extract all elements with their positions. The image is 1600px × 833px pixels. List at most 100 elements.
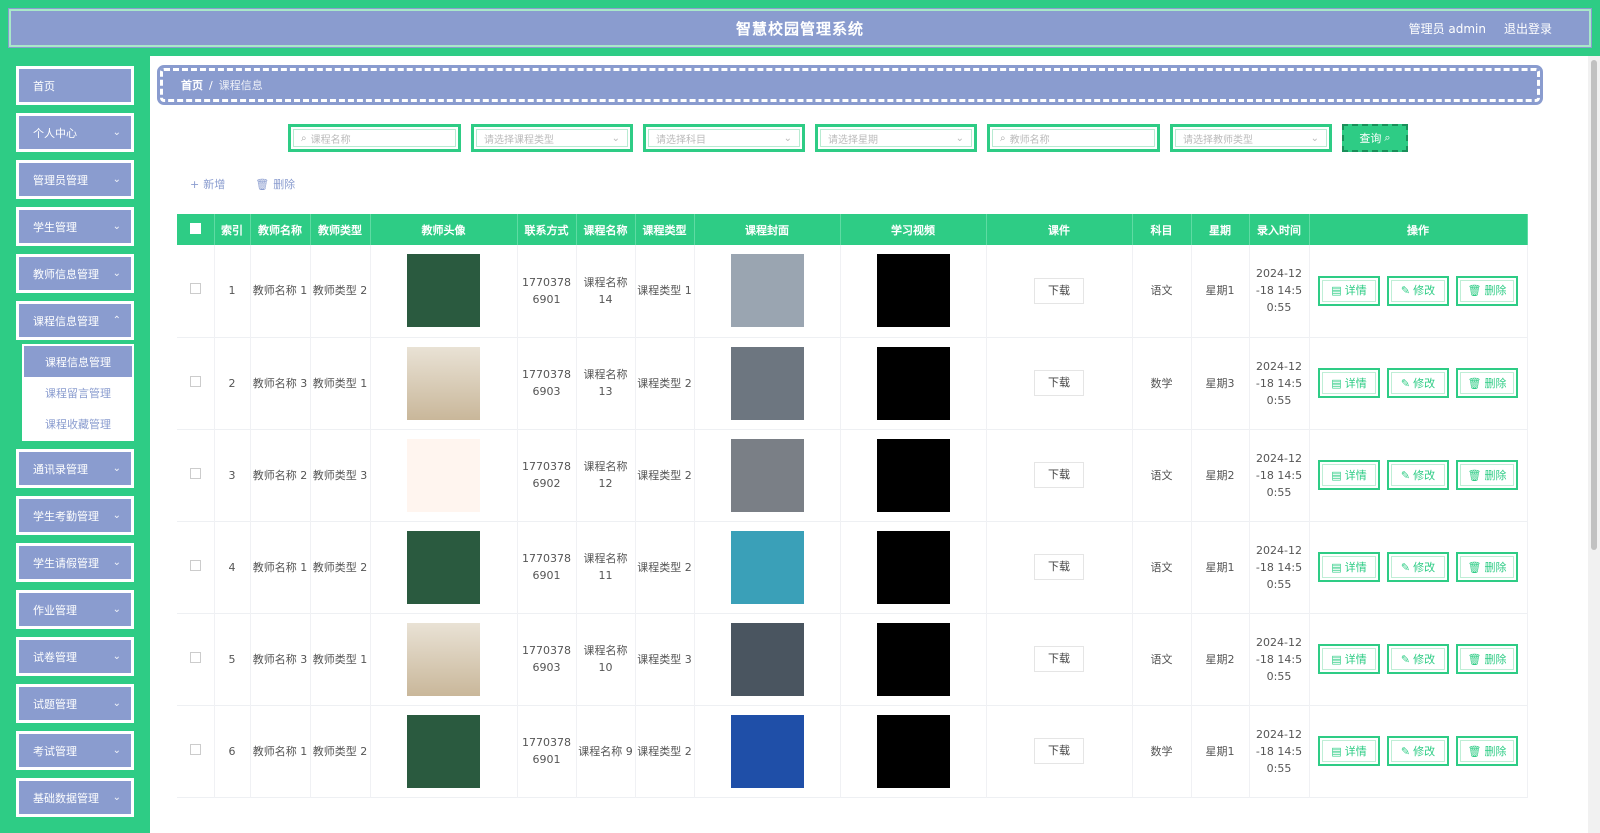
select-all-header[interactable] (177, 214, 215, 245)
delete-button[interactable]: 🗑 删除 (1456, 644, 1518, 674)
chevron-down-icon: ⌄ (112, 221, 121, 232)
query-button[interactable]: 查询 ⌕ (1342, 124, 1408, 152)
course-cover-image[interactable] (730, 714, 804, 788)
course-cover-image[interactable] (730, 254, 804, 328)
add-button[interactable]: + 新增 (190, 176, 225, 192)
table-header-row: 索引 教师名称 教师类型 教师头像 联系方式 课程名称 课程类型 课程封面 学习… (177, 214, 1528, 245)
logout-link[interactable]: 退出登录 (1504, 20, 1552, 37)
download-button[interactable]: 下载 (1034, 738, 1084, 764)
subject-cell: 数学 (1132, 337, 1192, 429)
edit-button[interactable]: ✎ 修改 (1387, 736, 1449, 766)
download-button[interactable]: 下载 (1034, 277, 1084, 304)
sidebar-item-homework[interactable]: 作业管理 ⌄ (16, 590, 134, 629)
row-checkbox[interactable] (189, 743, 201, 755)
sidebar-item-profile[interactable]: 个人中心 ⌄ (16, 113, 134, 152)
video-player[interactable] (876, 438, 950, 512)
course-cover-image[interactable] (730, 346, 804, 420)
course-type-cell: 课程类型 2 (635, 429, 695, 521)
sidebar-item-courses[interactable]: 课程信息管理 ⌃ (16, 301, 134, 340)
teacher-avatar-cell (370, 245, 518, 337)
course-cover-image[interactable] (730, 622, 804, 696)
teacher-name-input[interactable]: ⌕ 教师名称 (987, 124, 1160, 152)
bulk-delete-button[interactable]: 🗑 删除 (255, 176, 295, 192)
course-name-input[interactable]: ⌕ 课程名称 (288, 124, 461, 152)
operations-cell: ▤ 详情 ✎ 修改 🗑 删除 (1309, 245, 1528, 337)
detail-button[interactable]: ▤ 详情 (1318, 368, 1380, 398)
sidebar-item-teachers[interactable]: 教师信息管理 ⌄ (16, 254, 134, 293)
sidebar-item-basedata[interactable]: 基础数据管理 ⌄ (16, 778, 134, 817)
top-bar: 智慧校园管理系统 管理员 admin 退出登录 (0, 0, 1600, 56)
sidebar-item-leave[interactable]: 学生请假管理 ⌄ (16, 543, 134, 582)
download-button[interactable]: 下载 (1034, 646, 1084, 672)
teacher-avatar-image[interactable] (407, 346, 480, 420)
row-checkbox[interactable] (189, 375, 201, 387)
submenu-course-favorites[interactable]: 课程收藏管理 (24, 408, 132, 439)
teacher-avatar-image[interactable] (407, 622, 480, 696)
delete-label: 删除 (1484, 468, 1507, 482)
edit-button[interactable]: ✎ 修改 (1387, 368, 1449, 398)
row-checkbox[interactable] (189, 559, 201, 571)
course-type-select[interactable]: 请选择课程类型 ⌄ (471, 124, 633, 152)
col-entry-time: 录入时间 (1249, 214, 1310, 245)
download-button[interactable]: 下载 (1034, 554, 1084, 580)
page-scrollbar[interactable] (1588, 56, 1600, 833)
row-checkbox[interactable] (189, 467, 201, 479)
row-checkbox[interactable] (189, 651, 201, 663)
teacher-type-select[interactable]: 请选择教师类型 ⌄ (1170, 124, 1332, 152)
col-contact: 联系方式 (517, 214, 577, 245)
select-all-checkbox[interactable] (189, 222, 201, 234)
download-button[interactable]: 下载 (1034, 462, 1084, 488)
video-player[interactable] (876, 254, 950, 328)
sidebar-item-label: 管理员管理 (33, 173, 88, 187)
delete-button[interactable]: 🗑 删除 (1456, 275, 1518, 306)
delete-button[interactable]: 🗑 删除 (1456, 736, 1518, 766)
edit-button[interactable]: ✎ 修改 (1387, 275, 1449, 306)
teacher-avatar-image[interactable] (407, 530, 480, 604)
delete-button[interactable]: 🗑 删除 (1456, 552, 1518, 582)
video-player[interactable] (876, 346, 950, 420)
teacher-avatar-image[interactable] (407, 714, 480, 788)
sidebar-item-attendance[interactable]: 学生考勤管理 ⌄ (16, 496, 134, 535)
delete-label: 删除 (1484, 744, 1507, 758)
edit-button[interactable]: ✎ 修改 (1387, 552, 1449, 582)
subject-select[interactable]: 请选择科目 ⌄ (643, 124, 805, 152)
delete-button[interactable]: 🗑 删除 (1456, 368, 1518, 398)
edit-button[interactable]: ✎ 修改 (1387, 460, 1449, 490)
detail-button[interactable]: ▤ 详情 (1318, 736, 1380, 766)
detail-label: 详情 (1344, 376, 1367, 390)
sidebar-item-admins[interactable]: 管理员管理 ⌄ (16, 160, 134, 199)
course-cover-image[interactable] (730, 438, 804, 512)
video-cell (840, 521, 987, 613)
search-icon: ⌕ (301, 132, 307, 144)
detail-button[interactable]: ▤ 详情 (1318, 552, 1380, 582)
detail-button[interactable]: ▤ 详情 (1318, 644, 1380, 674)
submenu-course-comments[interactable]: 课程留言管理 (24, 377, 132, 408)
sidebar-item-students[interactable]: 学生管理 ⌄ (16, 207, 134, 246)
teacher-avatar-image[interactable] (407, 254, 480, 328)
course-name-cell: 课程名称 9 (576, 705, 636, 797)
sidebar-item-papers[interactable]: 试卷管理 ⌄ (16, 637, 134, 676)
weekday-select[interactable]: 请选择星期 ⌄ (815, 124, 977, 152)
course-type-cell: 课程类型 1 (635, 245, 695, 337)
course-cover-image[interactable] (730, 530, 804, 604)
delete-button[interactable]: 🗑 删除 (1456, 460, 1518, 490)
video-player[interactable] (876, 622, 950, 696)
breadcrumb-home[interactable]: 首页 (181, 77, 203, 93)
teacher-avatar-image[interactable] (407, 438, 480, 512)
download-button[interactable]: 下载 (1034, 370, 1084, 396)
edit-button[interactable]: ✎ 修改 (1387, 644, 1449, 674)
teacher-name-cell: 教师名称 3 (250, 613, 311, 705)
detail-button[interactable]: ▤ 详情 (1318, 275, 1380, 306)
courseware-cell: 下载 (986, 521, 1133, 613)
detail-button[interactable]: ▤ 详情 (1318, 460, 1380, 490)
sidebar-item-contacts[interactable]: 通讯录管理 ⌄ (16, 449, 134, 488)
video-player[interactable] (876, 714, 950, 788)
sidebar-item-questions[interactable]: 试题管理 ⌄ (16, 684, 134, 723)
submenu-course-info[interactable]: 课程信息管理 (24, 346, 132, 377)
sidebar-item-home[interactable]: 首页 (16, 66, 134, 105)
video-player[interactable] (876, 530, 950, 604)
operations-cell: ▤ 详情 ✎ 修改 🗑 删除 (1309, 429, 1528, 521)
sidebar-item-exams[interactable]: 考试管理 ⌄ (16, 731, 134, 770)
row-checkbox[interactable] (189, 283, 201, 295)
scrollbar-thumb[interactable] (1591, 60, 1597, 550)
